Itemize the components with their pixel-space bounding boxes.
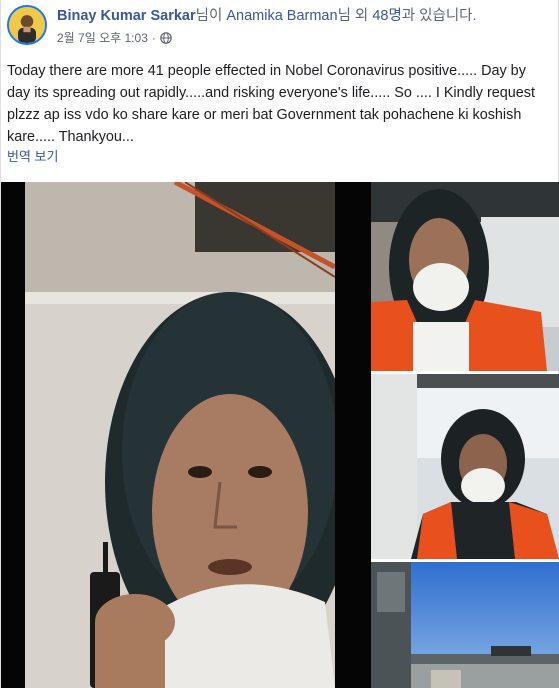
main-photo-image	[25, 182, 335, 688]
with-suffix: 과 있습니다.	[401, 8, 477, 24]
post-header: Binay Kumar Sarkar님이 Anamika Barman님 외 4…	[1, 0, 559, 56]
photo-top-right[interactable]	[371, 182, 559, 371]
photo-letterbox-left	[1, 182, 25, 688]
post-meta: 2월 7일 오후 1:03 ·	[57, 30, 172, 46]
meta-separator: ·	[151, 31, 156, 45]
photo-bottom-right-image	[371, 562, 559, 688]
photo-bottom-right[interactable]	[371, 562, 559, 688]
photo-middle-right-image	[371, 374, 559, 559]
main-photo[interactable]	[25, 182, 335, 688]
avatar-image	[9, 7, 45, 43]
post-message: Today there are more 41 people effected …	[7, 63, 536, 145]
post-headline: Binay Kumar Sarkar님이 Anamika Barman님 외 4…	[57, 6, 477, 26]
tagged-user[interactable]: Anamika Barman	[226, 8, 337, 24]
author-name[interactable]: Binay Kumar Sarkar	[57, 8, 196, 24]
and-text: 님 외	[337, 8, 369, 24]
with-text: 님이	[195, 8, 223, 24]
facebook-post: Binay Kumar Sarkar님이 Anamika Barman님 외 4…	[0, 0, 559, 688]
photo-letterbox-middle	[335, 182, 371, 688]
post-timestamp[interactable]: 2월 7일 오후 1:03	[57, 30, 148, 46]
others-count[interactable]: 48명	[372, 8, 401, 24]
photo-middle-right[interactable]	[371, 374, 559, 559]
globe-icon[interactable]	[160, 32, 172, 44]
see-translation-link[interactable]: 번역 보기	[7, 148, 58, 166]
avatar[interactable]	[7, 5, 47, 45]
photo-top-right-image	[371, 182, 559, 371]
